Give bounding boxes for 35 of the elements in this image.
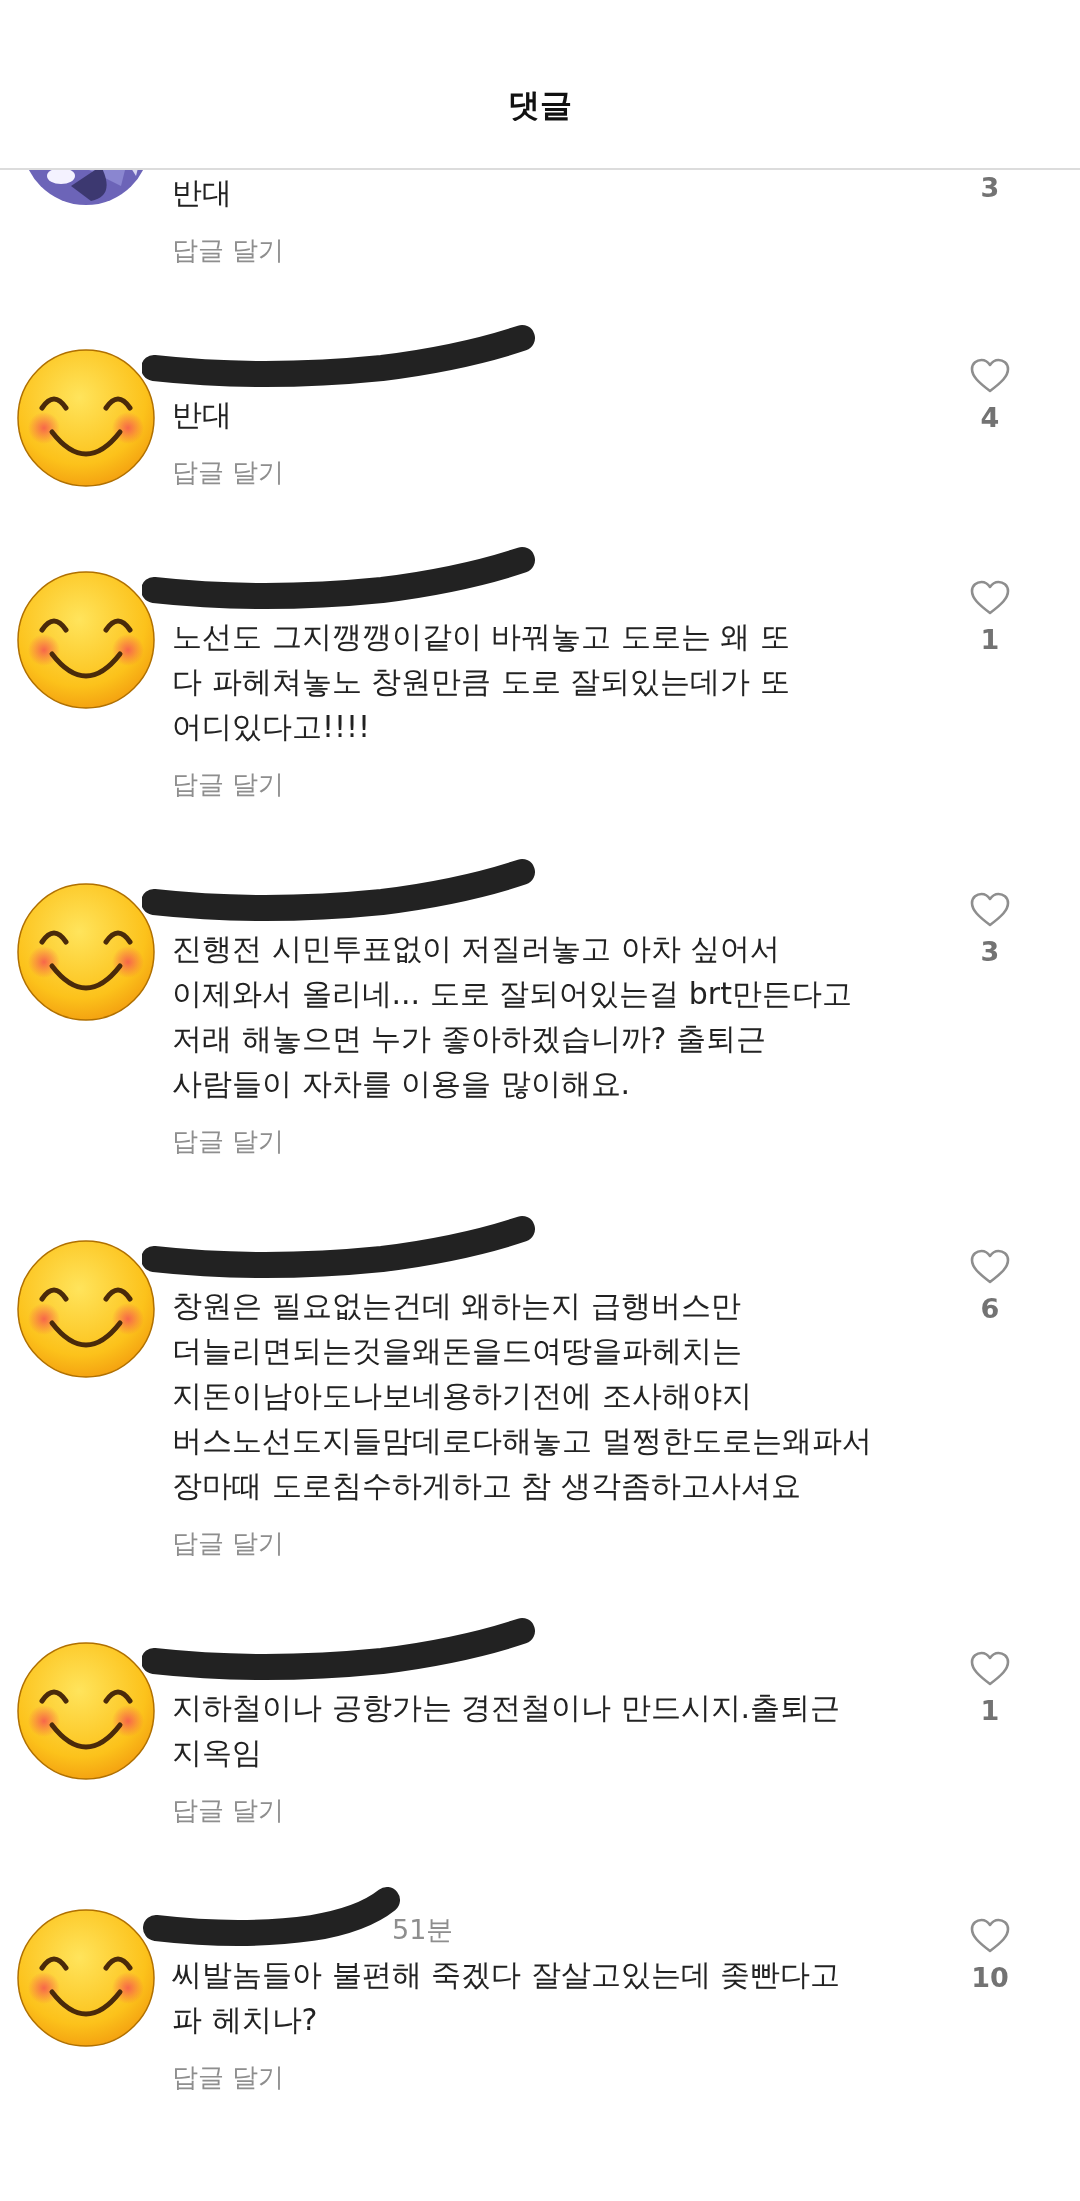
comment-text: 반대	[172, 396, 232, 434]
comment-text: 노선도 그지깽깽이같이 바꿔놓고 도로는 왜 또 다 파헤쳐놓노 창원만큼 도로 잘되있는데가 또 어디있다고!!!!	[172, 618, 790, 746]
smiley-avatar-icon[interactable]	[16, 1239, 156, 1379]
reply-link[interactable]: 답글 달기	[172, 2060, 285, 2095]
like-count: 1	[980, 624, 1000, 655]
comment-text: 씨발놈들아 불편해 죽겠다 잘살고있는데 좆빤다고 파 헤치나?	[172, 1956, 841, 2039]
comment-text: 진행전 시민투표없이 저질러놓고 아차 싶어서 이제와서 올리네... 도로 잘되어있는걸 brt만든다고 저래 해놓으면 누가 좋아하겠습니까? 출퇴근 사람들이 자차를 이용을 많이해요.	[172, 930, 852, 1103]
reply-link[interactable]: 답글 달기	[172, 1526, 285, 1561]
heart-icon[interactable]	[970, 892, 1010, 928]
like-count: 3	[980, 172, 1000, 203]
reply-link[interactable]: 답글 달기	[172, 1793, 285, 1828]
smiley-avatar-icon[interactable]	[16, 1908, 156, 2048]
comment-text: 반대	[172, 174, 232, 212]
heart-icon[interactable]	[970, 1651, 1010, 1687]
like-count: 1	[980, 1695, 1000, 1726]
like-count: 3	[980, 936, 1000, 967]
reply-link[interactable]: 답글 달기	[172, 1124, 285, 1159]
reply-link[interactable]: 답글 달기	[172, 233, 285, 268]
heart-icon[interactable]	[970, 1918, 1010, 1954]
comment-text: 지하철이나 공항가는 경전철이나 만드시지.출퇴근 지옥임	[172, 1689, 841, 1772]
comment-time: 51분	[392, 1913, 454, 1947]
like-count: 4	[980, 402, 1000, 433]
reply-link[interactable]: 답글 달기	[172, 767, 285, 802]
like-count: 6	[980, 1293, 1000, 1324]
heart-icon[interactable]	[970, 358, 1010, 394]
heart-icon[interactable]	[970, 580, 1010, 616]
smiley-avatar-icon[interactable]	[16, 1641, 156, 1781]
smiley-avatar-icon[interactable]	[16, 348, 156, 488]
like-count: 10	[971, 1962, 1009, 1993]
smiley-avatar-icon[interactable]	[16, 882, 156, 1022]
smiley-avatar-icon[interactable]	[16, 570, 156, 710]
heart-icon[interactable]	[970, 1249, 1010, 1285]
comment-text: 창원은 필요없는건데 왜하는지 급행버스만 더늘리면되는것을왜돈을드여땅을파헤치는 지돈이남아도나보네용하기전에 조사해야지 버스노선도지들맘데로다해놓고 멀쩡한도로는왜파서 장마때 도로침수하게하고 참 생각좀하고사셔요	[172, 1287, 872, 1505]
page-title: 댓글	[508, 85, 572, 126]
reply-link[interactable]: 답글 달기	[172, 455, 285, 490]
